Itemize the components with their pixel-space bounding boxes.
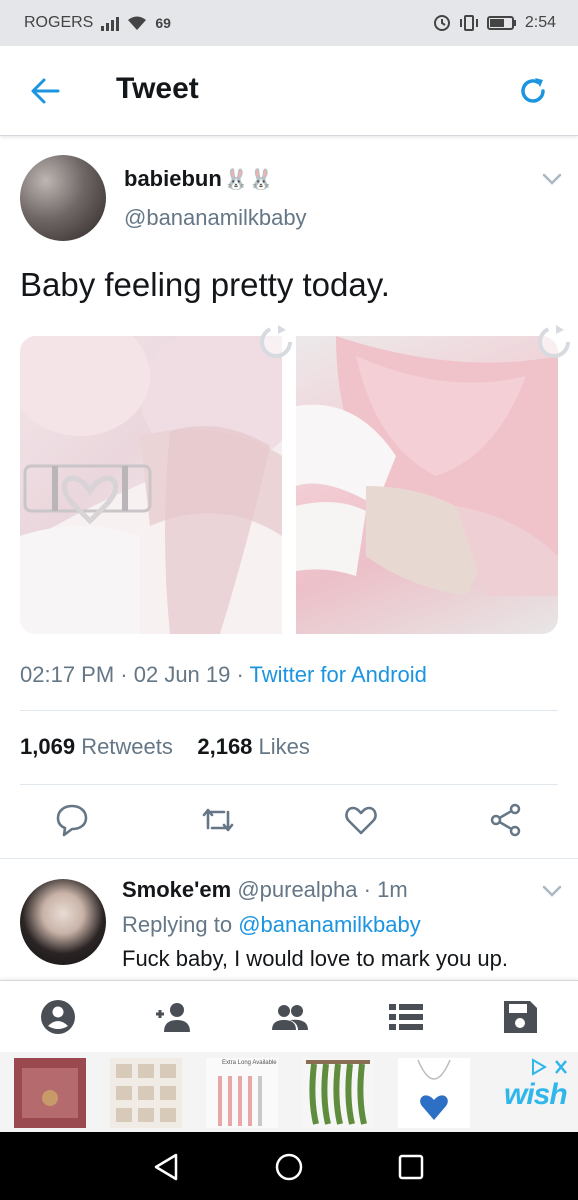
author-display-name[interactable]: babiebun 🐰🐰	[124, 166, 274, 192]
back-arrow-icon[interactable]	[28, 74, 62, 108]
system-navigation-bar	[0, 1132, 578, 1200]
ad-banner[interactable]	[0, 1052, 578, 1132]
home-circle-icon[interactable]	[274, 1152, 304, 1182]
list-icon[interactable]	[386, 998, 426, 1036]
adchoices-icon[interactable]	[530, 1058, 570, 1076]
tweet-image-left[interactable]	[20, 336, 282, 634]
profile-icon[interactable]	[38, 998, 78, 1036]
ad-plants-image[interactable]	[302, 1058, 374, 1128]
retweet-icon[interactable]	[200, 802, 236, 838]
alarm-icon	[433, 15, 450, 31]
signal-icon	[101, 15, 120, 31]
carrier-label: ROGERS	[24, 14, 94, 31]
likes-count: 2,168	[197, 734, 253, 759]
pink-sweater-photo	[296, 336, 558, 596]
rabbit-emoji: 🐰🐰	[223, 169, 274, 191]
reply-time: · 1m	[363, 877, 408, 902]
author-avatar[interactable]	[20, 155, 106, 241]
tweet-timestamp: 02:17 PM · 02 Jun 19 · Twitter for Andro…	[20, 662, 427, 688]
share-icon[interactable]	[488, 802, 524, 838]
back-triangle-icon[interactable]	[152, 1152, 182, 1182]
tweet-time: 02:17 PM	[20, 662, 115, 687]
refresh-icon[interactable]	[516, 74, 550, 108]
ad-necklace-image[interactable]	[398, 1058, 470, 1128]
chevron-down-icon[interactable]	[541, 172, 563, 186]
wifi-icon	[128, 16, 147, 30]
battery-icon	[486, 16, 516, 30]
ad-stamps-image[interactable]	[110, 1058, 182, 1128]
tweet-stats: 1,069 Retweets 2,168 Likes	[20, 734, 310, 760]
meta-separator: ·	[114, 662, 134, 687]
ad-envelope-image[interactable]	[14, 1058, 86, 1128]
author-handle[interactable]: @bananamilkbaby	[124, 205, 307, 231]
divider	[20, 784, 558, 785]
meta-separator: ·	[230, 662, 250, 687]
likes-label: Likes	[258, 734, 310, 759]
divider	[20, 710, 558, 711]
author-name-text: babiebun	[124, 166, 222, 191]
tweet-text: Baby feeling pretty today.	[20, 266, 390, 303]
tweet-date: 02 Jun 19	[133, 662, 231, 687]
like-icon[interactable]	[343, 802, 379, 838]
section-divider	[0, 858, 578, 859]
ad-caption: Extra Long Available	[222, 1060, 277, 1066]
reply-author: Smoke'em @purealpha · 1m	[122, 877, 408, 903]
loading-spinner-icon	[260, 325, 292, 358]
chevron-down-icon[interactable]	[541, 884, 563, 898]
replying-to-prefix: Replying to	[122, 912, 233, 937]
replying-to: Replying to @bananamilkbaby	[122, 912, 421, 938]
signal-strength-text: 69	[155, 15, 171, 31]
app-header: Tweet	[0, 46, 578, 136]
tweet-image-right[interactable]	[296, 336, 558, 634]
retweets-count: 1,069	[20, 734, 76, 759]
wish-logo[interactable]: wish	[504, 1078, 568, 1112]
page-title: Tweet	[116, 72, 199, 105]
bottom-navigation	[0, 980, 578, 1052]
vibrate-icon	[459, 15, 478, 31]
reply-display-name[interactable]: Smoke'em	[122, 877, 231, 902]
thigh-harness-photo	[20, 336, 282, 634]
recents-square-icon[interactable]	[396, 1152, 426, 1182]
loading-spinner-icon	[538, 325, 570, 358]
reply-icon[interactable]	[54, 802, 90, 838]
retweets-stat[interactable]: 1,069 Retweets	[20, 734, 173, 759]
tweet-source-link[interactable]: Twitter for Android	[250, 662, 427, 687]
save-icon[interactable]	[500, 998, 540, 1036]
people-icon[interactable]	[270, 998, 310, 1036]
status-bar: ROGERS 69 2:54	[0, 0, 578, 46]
add-follow-icon[interactable]	[154, 998, 194, 1036]
reply-text: Fuck baby, I would love to mark you up.	[122, 946, 508, 971]
reply-author-avatar[interactable]	[20, 879, 106, 965]
reply-handle[interactable]: @purealpha	[237, 877, 357, 902]
ad-cable-image[interactable]	[206, 1058, 278, 1128]
retweets-label: Retweets	[81, 734, 173, 759]
clock: 2:54	[524, 14, 556, 31]
replying-to-handle[interactable]: @bananamilkbaby	[238, 912, 421, 937]
likes-stat[interactable]: 2,168 Likes	[197, 734, 310, 759]
